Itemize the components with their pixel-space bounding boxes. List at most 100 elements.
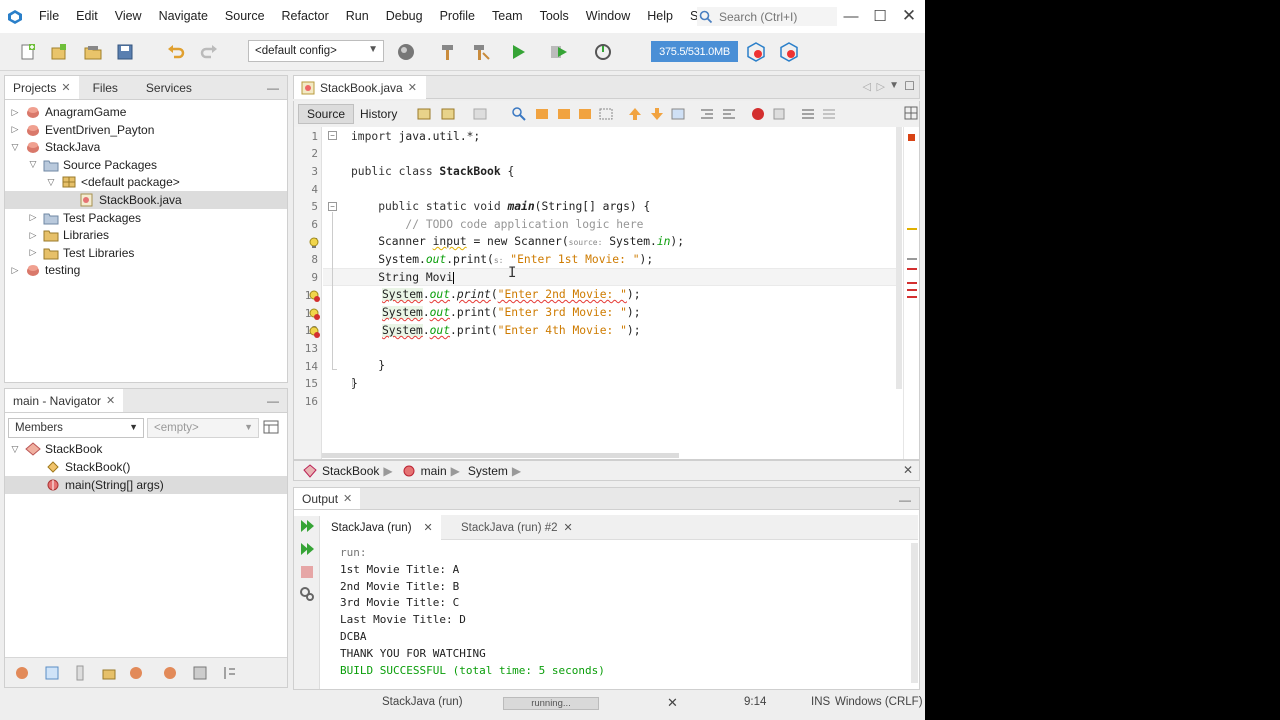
tab-files[interactable]: Files — [79, 76, 132, 99]
chevron-down-icon[interactable]: ▽ — [45, 177, 57, 188]
fold-toggle[interactable]: − — [328, 131, 337, 140]
stop-icon[interactable] — [299, 564, 315, 583]
forward-icon[interactable] — [472, 106, 488, 125]
project-tree-item[interactable]: ▽ Source Packages — [5, 156, 287, 174]
show-inner-classes-icon[interactable] — [127, 664, 145, 682]
shift-right-icon[interactable] — [721, 106, 737, 125]
tab-stackbook-java[interactable]: StackBook.java ✕ — [294, 76, 426, 99]
vertical-scrollbar[interactable] — [896, 127, 902, 389]
previous-bookmark-icon[interactable] — [627, 106, 643, 125]
menu-profile[interactable]: Profile — [431, 0, 483, 33]
build-hammer-icon[interactable] — [437, 41, 459, 63]
new-file-button[interactable] — [17, 41, 39, 63]
profile-project-button[interactable] — [592, 41, 614, 63]
breadcrumb-class[interactable]: StackBook — [302, 464, 379, 478]
error-mark[interactable] — [907, 289, 917, 291]
sort-by-name-icon[interactable] — [161, 664, 179, 682]
filter-select[interactable]: <empty> ▼ — [147, 418, 259, 438]
history-button[interactable]: History — [352, 104, 405, 124]
show-static-icon[interactable] — [43, 664, 61, 682]
error-mark[interactable] — [907, 296, 917, 298]
close-icon[interactable]: ✕ — [343, 492, 352, 505]
minimize-panel-button[interactable]: — — [899, 493, 911, 507]
error-stripe[interactable] — [903, 127, 919, 459]
debug-project-button[interactable] — [548, 41, 570, 63]
navigator-options-icon[interactable] — [262, 418, 282, 438]
find-icon[interactable] — [511, 106, 527, 125]
project-tree-item[interactable]: ▽ <default package> — [5, 173, 287, 191]
subtab-run[interactable]: StackJava (run) ✕ — [321, 515, 441, 540]
warning-mark[interactable] — [907, 228, 917, 230]
maximize-editor-button[interactable]: ☐ — [904, 79, 915, 93]
error-bulb-icon[interactable] — [308, 308, 320, 320]
find-previous-icon[interactable] — [534, 106, 550, 125]
project-tree-item[interactable]: ▷ AnagramGame — [5, 103, 287, 121]
tab-projects[interactable]: Projects ✕ — [5, 76, 79, 99]
cancel-task-icon[interactable]: ✕ — [667, 695, 678, 711]
project-tree-item[interactable]: ▷ Test Packages — [5, 209, 287, 227]
close-icon[interactable]: ✕ — [408, 81, 417, 94]
show-inherited-icon[interactable] — [100, 664, 118, 682]
tab-services[interactable]: Services — [132, 76, 206, 99]
open-project-button[interactable] — [82, 41, 104, 63]
menu-debug[interactable]: Debug — [377, 0, 431, 33]
navigator-item[interactable]: StackBook() — [5, 458, 287, 476]
project-tree-item[interactable]: StackBook.java — [5, 191, 287, 209]
menu-view[interactable]: View — [106, 0, 150, 33]
chevron-down-icon[interactable]: ▽ — [9, 444, 21, 455]
split-editor-icon[interactable] — [904, 106, 918, 123]
code-editor[interactable]: 12345678910111213141516 − − import java.… — [293, 127, 920, 460]
chevron-down-icon[interactable]: ▽ — [9, 142, 21, 153]
tab-navigator[interactable]: main - Navigator ✕ — [5, 389, 124, 412]
error-mark[interactable] — [907, 268, 917, 270]
chevron-down-icon[interactable]: ▽ — [27, 159, 39, 170]
close-icon[interactable]: ✕ — [106, 394, 115, 407]
gc-icon[interactable] — [745, 41, 767, 63]
search-box[interactable] — [697, 7, 837, 26]
close-icon[interactable]: ✕ — [903, 463, 913, 477]
chevron-right-icon[interactable]: ▷ — [9, 124, 21, 135]
minimize-panel-button[interactable]: — — [267, 394, 279, 408]
close-icon[interactable]: ✕ — [61, 81, 70, 94]
maximize-window-button[interactable]: ☐ — [867, 4, 893, 28]
show-non-public-icon[interactable] — [71, 664, 89, 682]
toggle-rect-selection-icon[interactable] — [598, 106, 614, 125]
sort-by-source-icon[interactable] — [191, 664, 209, 682]
memory-usage-indicator[interactable]: 375.5/531.0MB — [651, 41, 738, 62]
save-all-button[interactable] — [114, 41, 136, 63]
scroll-right-icon[interactable]: ▷ — [877, 80, 885, 93]
menu-navigate[interactable]: Navigate — [150, 0, 216, 33]
rerun-icon[interactable] — [299, 518, 315, 537]
next-bookmark-icon[interactable] — [649, 106, 665, 125]
set-project-config-button[interactable] — [395, 41, 417, 63]
chevron-right-icon[interactable]: ▷ — [27, 212, 39, 223]
undo-button[interactable] — [165, 41, 187, 63]
project-tree-item[interactable]: ▽ StackJava — [5, 138, 287, 156]
minimize-window-button[interactable]: — — [838, 4, 864, 28]
breadcrumb-method[interactable]: main — [401, 464, 447, 478]
close-icon[interactable]: ✕ — [424, 521, 433, 534]
source-button[interactable]: Source — [298, 104, 355, 124]
find-next-icon[interactable] — [556, 106, 572, 125]
uncomment-icon[interactable] — [821, 106, 837, 125]
project-tree-item[interactable]: ▷ Test Libraries — [5, 244, 287, 262]
subtab-run-2[interactable]: StackJava (run) #2 ✕ — [451, 515, 573, 540]
breadcrumb-symbol[interactable]: System — [468, 464, 508, 478]
toggle-highlight-icon[interactable] — [577, 106, 593, 125]
menu-tools[interactable]: Tools — [531, 0, 577, 33]
fold-toggle[interactable]: − — [328, 202, 337, 211]
sort-icon[interactable] — [220, 664, 238, 682]
last-edit-icon[interactable] — [416, 106, 432, 125]
menu-edit[interactable]: Edit — [67, 0, 106, 33]
project-tree-item[interactable]: ▷ testing — [5, 261, 287, 279]
navigator-item[interactable]: main(String[] args) — [5, 476, 287, 494]
toggle-bookmark-icon[interactable] — [670, 106, 686, 125]
config-select[interactable]: <default config> ▼ — [248, 40, 384, 62]
members-select[interactable]: Members ▼ — [8, 418, 144, 438]
error-bulb-icon[interactable] — [308, 290, 320, 302]
menu-refactor[interactable]: Refactor — [273, 0, 337, 33]
back-icon[interactable] — [440, 106, 456, 125]
profiler-snapshot-icon[interactable] — [778, 41, 800, 63]
run-settings-icon[interactable] — [299, 586, 315, 605]
menu-help[interactable]: Help — [638, 0, 681, 33]
